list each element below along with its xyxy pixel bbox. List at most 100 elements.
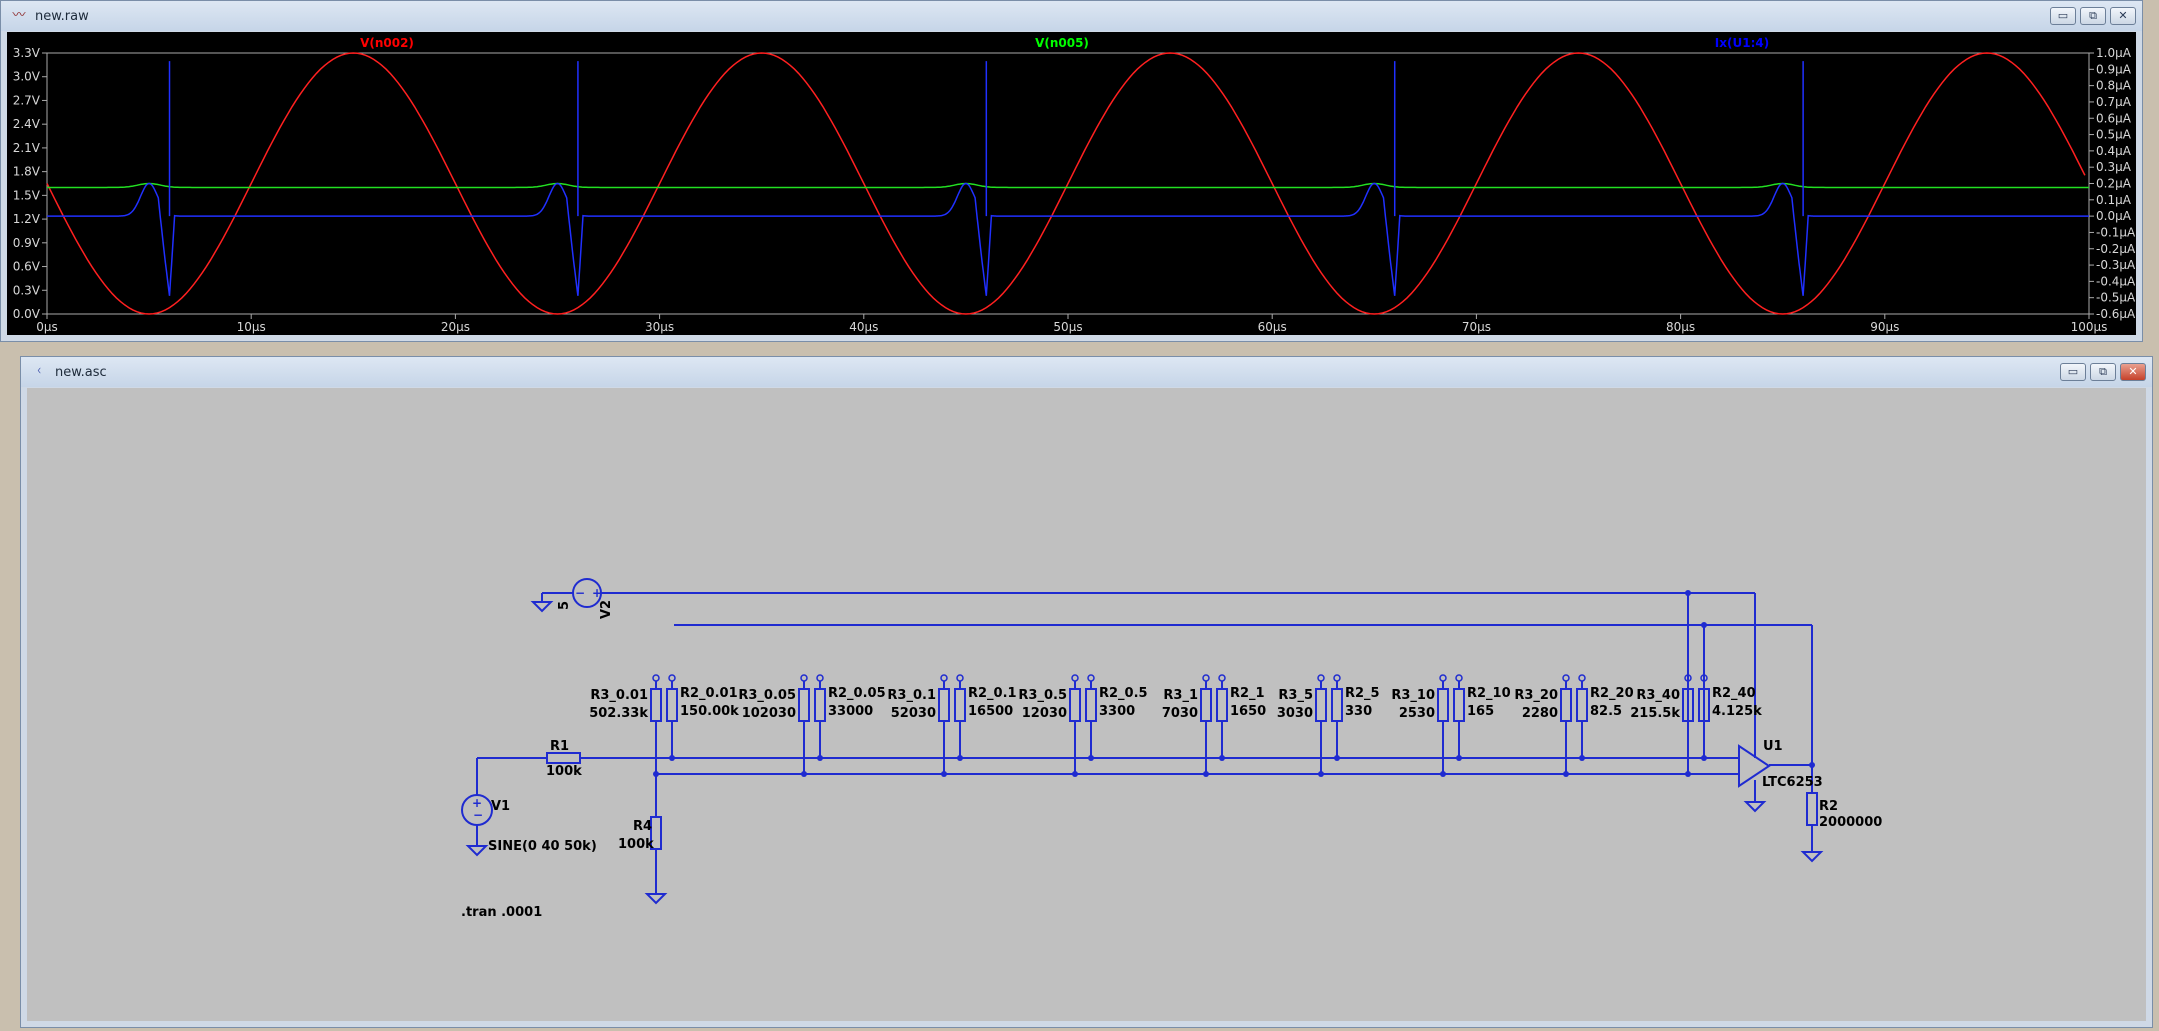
u1-value: LTC6253 [1762, 775, 1823, 790]
r2-value: 150.00k [680, 704, 739, 719]
close-button[interactable]: ✕ [2120, 363, 2146, 381]
left-tick-label: 1.2V [13, 212, 41, 226]
r2-resistor-symbol[interactable] [814, 688, 826, 722]
x-tick-label: 60µs [1258, 320, 1287, 334]
right-tick-label: 0.3µA [2096, 160, 2132, 174]
left-tick-label: 3.3V [13, 46, 41, 60]
r3-resistor-symbol[interactable] [938, 688, 950, 722]
r2-value: 2000000 [1819, 815, 1882, 830]
close-button[interactable]: ✕ [2110, 7, 2136, 25]
r2-value: 330 [1345, 704, 1372, 719]
left-tick-label: 3.0V [13, 70, 41, 84]
r2-value: 16500 [968, 704, 1013, 719]
resistor-pair: R3_0.01 502.33k R2_0.01 150.00k [589, 674, 739, 777]
r3-resistor-symbol[interactable] [1069, 688, 1081, 722]
r3-resistor-symbol[interactable] [1200, 688, 1212, 722]
r2-name: R2_0.05 [828, 686, 886, 701]
r3-name: R3_0.01 [590, 688, 648, 703]
x-tick-label: 0µs [36, 320, 58, 334]
r2-resistor-symbol[interactable] [666, 688, 678, 722]
ground-symbol [465, 845, 489, 857]
right-tick-label: 0.9µA [2096, 62, 2132, 76]
minimize-button[interactable]: ▭ [2060, 363, 2086, 381]
r3-value: 7030 [1162, 706, 1198, 721]
resistor-pair: R3_1 7030 R2_1 1650 [1162, 674, 1266, 777]
r3-name: R3_0.05 [738, 688, 796, 703]
r2-resistor-symbol[interactable] [1576, 688, 1588, 722]
r2-value: 1650 [1230, 704, 1266, 719]
r2-value: 165 [1467, 704, 1494, 719]
r2-name: R2_0.01 [680, 686, 738, 701]
trace-label[interactable]: V(n005) [1035, 36, 1089, 50]
trace-ix-u1-4 [47, 182, 2089, 296]
restore-button[interactable]: ⧉ [2080, 7, 2106, 25]
right-tick-label: 0.6µA [2096, 111, 2132, 125]
left-tick-label: 0.9V [13, 236, 41, 250]
left-tick-label: 2.1V [13, 141, 41, 155]
left-tick-label: 1.5V [13, 188, 41, 202]
v2-name: V2 [599, 600, 614, 619]
schematic-titlebar[interactable]: ᚲ new.asc ▭ ⧉ ✕ [21, 357, 2152, 387]
tran-directive[interactable]: .tran .0001 [461, 905, 542, 920]
svg-text:−: − [575, 586, 585, 600]
schematic-canvas[interactable]: + − − + R3_0.01 502.33k R2_0.01 150.00k R3_0.0… [27, 388, 2146, 1021]
r3-name: R3_10 [1391, 688, 1435, 703]
x-tick-label: 10µs [237, 320, 266, 334]
r2-resistor-symbol[interactable] [1453, 688, 1465, 722]
minimize-button[interactable]: ▭ [2050, 7, 2076, 25]
x-tick-label: 70µs [1462, 320, 1491, 334]
r3-resistor-symbol[interactable] [1315, 688, 1327, 722]
r2-name: R2_20 [1590, 686, 1634, 701]
x-tick-label: 90µs [1870, 320, 1899, 334]
waveform-titlebar[interactable]: 〰 new.raw ▭ ⧉ ✕ [1, 1, 2142, 31]
r2-name: R2_5 [1345, 686, 1380, 701]
x-tick-label: 40µs [849, 320, 878, 334]
svg-text:+: + [592, 586, 602, 600]
r2-resistor-symbol[interactable] [1216, 688, 1228, 722]
restore-button[interactable]: ⧉ [2090, 363, 2116, 381]
waveform-plot[interactable]: 3.3V 3.0V 2.7V 2.4V 2.1V 1.8V 1.5V 1.2V 0.9V 0.6V… [7, 32, 2136, 337]
r3-resistor-symbol[interactable] [798, 688, 810, 722]
r2-resistor-symbol[interactable] [1331, 688, 1343, 722]
r1-name: R1 [550, 739, 569, 754]
r2-value: 82.5 [1590, 704, 1622, 719]
r3-resistor-symbol[interactable] [650, 688, 662, 722]
ground-symbol [1800, 851, 1824, 863]
r3-name: R3_5 [1278, 688, 1313, 703]
v1-name: V1 [491, 799, 510, 814]
r4-name: R4 [633, 819, 652, 834]
r3-value: 3030 [1277, 706, 1313, 721]
traces [46, 52, 2089, 315]
schematic-app-icon: ᚲ [35, 364, 43, 379]
r3-resistor-symbol[interactable] [1437, 688, 1449, 722]
resistor-pair: R3_0.05 102030 R2_0.05 33000 [738, 674, 886, 777]
r2-name: R2_10 [1467, 686, 1511, 701]
r2-value: 3300 [1099, 704, 1135, 719]
r2-resistor-symbol[interactable] [1085, 688, 1097, 722]
r2-value: 4.125k [1712, 704, 1762, 719]
left-tick-label: 2.4V [13, 117, 41, 131]
right-tick-label: -0.3µA [2096, 258, 2136, 272]
r3-resistor-symbol[interactable] [1560, 688, 1572, 722]
ground-symbol [644, 893, 668, 905]
r3-value: 52030 [891, 706, 936, 721]
right-tick-label: 0.1µA [2096, 193, 2132, 207]
svg-text:−: − [473, 808, 483, 822]
right-tick-label: 0.4µA [2096, 144, 2132, 158]
resistor-pair: R3_20 2280 R2_20 82.5 [1514, 674, 1634, 777]
r2-resistor-symbol[interactable] [954, 688, 966, 722]
x-tick-label: 50µs [1053, 320, 1082, 334]
r2-symbol[interactable] [1806, 792, 1818, 826]
schematic[interactable]: +− − + R3_0.01502.33kR2_0.01150.00kR3_0.0… [27, 388, 2146, 1021]
resistor-pairs: R3_0.01 502.33k R2_0.01 150.00kR3_0.05 10203… [589, 674, 1762, 777]
x-axis: 0µs 10µs 20µs 30µs 40µs 50µs 60µs 70µs 80µs 90µs 1… [36, 314, 2107, 334]
r1-symbol[interactable] [546, 752, 581, 764]
r2-name: R2 [1819, 799, 1838, 814]
trace-label[interactable]: Ix(U1:4) [1715, 36, 1769, 50]
waveform-plot-area[interactable]: 3.3V 3.0V 2.7V 2.4V 2.1V 1.8V 1.5V 1.2V 0.9V 0.6V… [7, 32, 2136, 335]
right-tick-label: 0.2µA [2096, 177, 2132, 191]
trace-label[interactable]: V(n002) [360, 36, 414, 50]
r3-value: 2280 [1522, 706, 1558, 721]
left-tick-label: 0.6V [13, 260, 41, 274]
r3-name: R3_1 [1163, 688, 1198, 703]
